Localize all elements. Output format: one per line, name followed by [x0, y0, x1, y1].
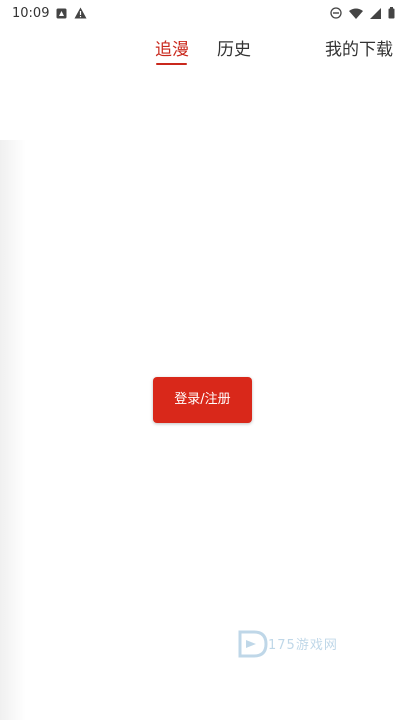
- top-nav: 追漫 历史 我的下载: [0, 36, 405, 70]
- signal-icon: [370, 7, 381, 19]
- status-bar: 10:09: [0, 0, 405, 26]
- watermark: 175游戏网: [236, 628, 358, 664]
- edge-shadow: [0, 140, 26, 720]
- do-not-disturb-icon: [330, 7, 342, 19]
- battery-icon: [388, 7, 395, 19]
- notification-icon: [56, 8, 67, 19]
- warning-icon: [74, 7, 87, 19]
- tab-history[interactable]: 历史: [217, 38, 251, 62]
- login-register-button[interactable]: 登录/注册: [153, 377, 252, 423]
- status-left: 10:09: [12, 6, 87, 21]
- tab-follow[interactable]: 追漫: [155, 38, 189, 62]
- screen: 10:09 追漫 历史 我的下载 登录/注册 175游戏网: [0, 0, 405, 720]
- status-right: [330, 7, 395, 19]
- status-time: 10:09: [12, 5, 50, 21]
- my-downloads-link[interactable]: 我的下载: [325, 38, 393, 62]
- wifi-icon: [349, 8, 363, 19]
- watermark-logo-icon: [238, 630, 268, 658]
- watermark-text: 175游戏网: [268, 638, 338, 653]
- tab-indicator: [156, 63, 187, 65]
